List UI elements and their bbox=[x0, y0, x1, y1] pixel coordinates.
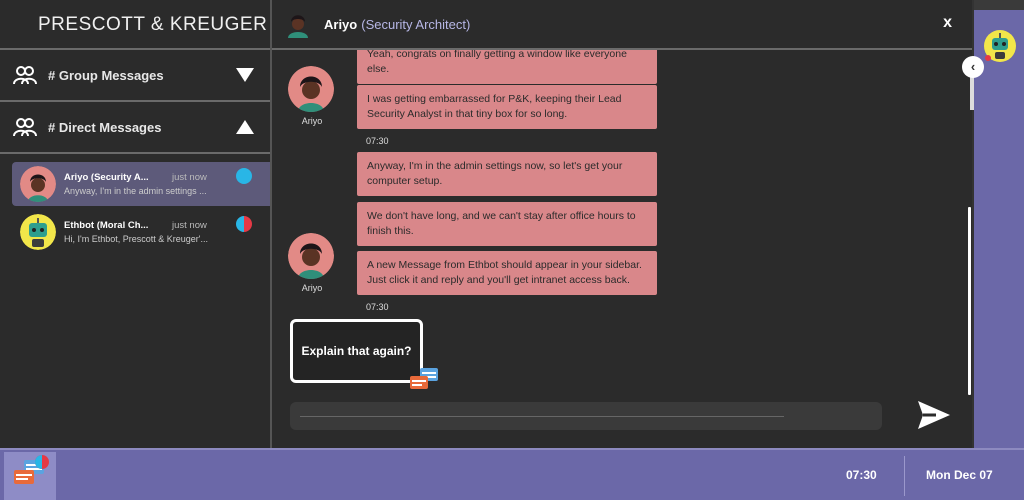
message-bubble: We don't have long, and we can't stay af… bbox=[357, 202, 657, 246]
unread-indicator bbox=[236, 216, 252, 232]
dm-name: Ethbot (Moral Ch... bbox=[64, 220, 149, 231]
dm-time: just now bbox=[172, 172, 207, 183]
dm-preview: Hi, I'm Ethbot, Prescott & Kreuger'... bbox=[64, 234, 208, 244]
dm-time: just now bbox=[172, 220, 207, 231]
group-icon bbox=[13, 66, 37, 85]
ariyo-avatar bbox=[288, 66, 334, 112]
taskbar: 07:30 Mon Dec 07 bbox=[0, 448, 1024, 500]
group-messages-label: # Group Messages bbox=[48, 67, 164, 83]
message-timestamp: 07:30 bbox=[366, 136, 389, 146]
chat-panel: Ariyo (Security Architect) x Yeah, congr… bbox=[272, 0, 972, 448]
direct-messages-label: # Direct Messages bbox=[48, 119, 162, 135]
chat-bubbles-icon bbox=[410, 368, 438, 389]
brand-title: PRESCOTT & KREUGER bbox=[0, 0, 270, 50]
direct-message-list: Ariyo (Security A... just now Anyway, I'… bbox=[0, 154, 270, 254]
chevron-left-icon[interactable]: ‹ bbox=[962, 56, 984, 78]
sender-name: Ariyo bbox=[301, 283, 323, 293]
app-window: PRESCOTT & KREUGER # Group Messages # Di… bbox=[0, 0, 1024, 500]
group-icon bbox=[13, 118, 37, 137]
input-underline bbox=[300, 416, 784, 417]
message-bubble: Anyway, I'm in the admin settings now, s… bbox=[357, 152, 657, 196]
dm-item-ariyo[interactable]: Ariyo (Security A... just now Anyway, I'… bbox=[12, 162, 270, 206]
ethbot-avatar[interactable] bbox=[984, 30, 1016, 62]
clock-time: 07:30 bbox=[846, 468, 877, 482]
chat-contact-name: Ariyo bbox=[324, 16, 358, 32]
message-bubble: I was getting embarrassed for P&K, keepi… bbox=[357, 85, 657, 129]
dm-name: Ariyo (Security A... bbox=[64, 172, 149, 183]
reply-option-button[interactable]: Explain that again? bbox=[290, 319, 423, 383]
taskbar-divider bbox=[904, 456, 905, 496]
messenger-app-button[interactable] bbox=[4, 452, 56, 500]
right-sidebar: ‹ bbox=[962, 0, 1024, 448]
ariyo-avatar bbox=[288, 233, 334, 279]
ariyo-avatar bbox=[20, 166, 56, 202]
dm-preview: Anyway, I'm in the admin settings ... bbox=[64, 186, 207, 196]
chat-contact-role: (Security Architect) bbox=[361, 16, 471, 32]
send-icon[interactable] bbox=[916, 399, 952, 431]
close-button[interactable]: x bbox=[943, 14, 952, 32]
direct-messages-section[interactable]: # Direct Messages bbox=[0, 102, 270, 154]
scrollbar[interactable] bbox=[968, 207, 971, 395]
ariyo-avatar bbox=[288, 15, 308, 38]
chat-header: Ariyo (Security Architect) x bbox=[272, 0, 972, 50]
message-bubble: A new Message from Ethbot should appear … bbox=[357, 251, 657, 295]
sidebar: PRESCOTT & KREUGER # Group Messages # Di… bbox=[0, 0, 272, 448]
unread-indicator bbox=[236, 168, 252, 184]
collapse-up-icon[interactable] bbox=[236, 120, 254, 134]
expand-down-icon[interactable] bbox=[236, 68, 254, 82]
rightbar-top-strip bbox=[974, 0, 1024, 10]
group-messages-section[interactable]: # Group Messages bbox=[0, 50, 270, 102]
ethbot-avatar bbox=[20, 214, 56, 250]
message-bubble: Yeah, congrats on finally getting a wind… bbox=[357, 50, 657, 84]
chat-bubbles-icon bbox=[14, 455, 49, 484]
dm-item-ethbot[interactable]: Ethbot (Moral Ch... just now Hi, I'm Eth… bbox=[12, 210, 270, 254]
message-timestamp: 07:30 bbox=[366, 302, 389, 312]
message-input[interactable] bbox=[290, 402, 882, 430]
message-list: Yeah, congrats on finally getting a wind… bbox=[272, 50, 972, 400]
clock-date: Mon Dec 07 bbox=[926, 468, 993, 482]
sender-name: Ariyo bbox=[301, 116, 323, 126]
